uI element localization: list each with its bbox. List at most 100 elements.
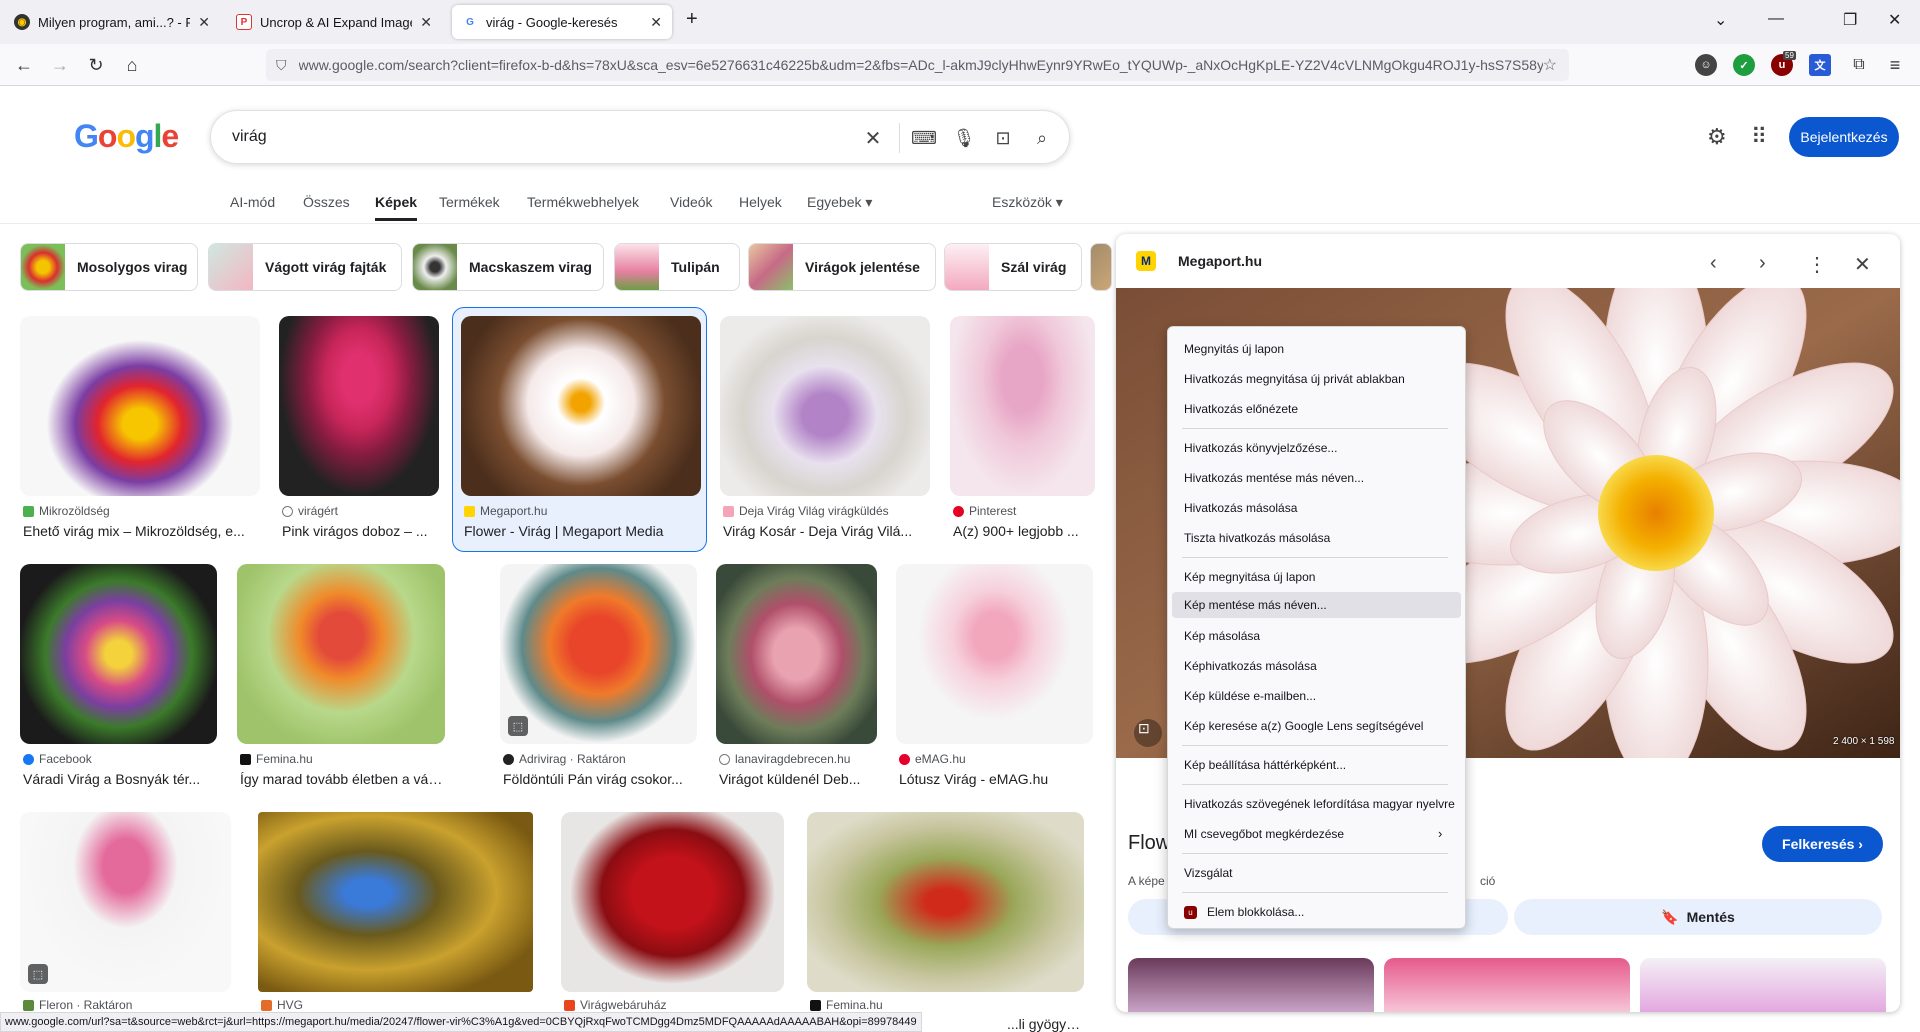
chip-thumbnail — [615, 244, 659, 290]
close-tab-icon[interactable]: ✕ — [420, 14, 432, 31]
close-tab-icon[interactable]: ✕ — [650, 14, 662, 31]
microphone-icon[interactable]: 🎙 — [951, 125, 977, 151]
menu-copy-image[interactable]: Kép másolása — [1172, 623, 1461, 649]
menu-open-image-new-tab[interactable]: Kép megnyitása új lapon — [1172, 564, 1461, 590]
bookmark-star-icon[interactable]: ☆ — [1543, 55, 1557, 75]
signin-button[interactable]: Bejelentkezés — [1789, 117, 1899, 157]
menu-open-new-tab[interactable]: Megnyitás új lapon — [1172, 336, 1461, 362]
menu-save-link-as[interactable]: Hivatkozás mentése más néven... — [1172, 465, 1461, 491]
result-image[interactable] — [461, 316, 701, 496]
chip-szal-virag[interactable]: Szál virág — [944, 243, 1082, 291]
result-image[interactable] — [807, 812, 1084, 992]
forward-icon[interactable]: → — [48, 53, 72, 77]
tab-proh[interactable]: ◉ Milyen program, ami...? - PROH ✕ — [4, 5, 220, 39]
tab-images[interactable]: Képek — [375, 194, 418, 221]
chip-mosolygos-virag[interactable]: Mosolygos virag — [20, 243, 198, 291]
search-input[interactable]: virág — [232, 128, 267, 146]
tab-uncrop[interactable]: P Uncrop & AI Expand Images | F ✕ — [226, 5, 442, 39]
tab-more[interactable]: Egyebek ▾ — [807, 194, 872, 211]
browser-tab-bar: ◉ Milyen program, ami...? - PROH ✕ P Unc… — [0, 0, 1920, 44]
close-window-icon[interactable]: ✕ — [1888, 10, 1901, 30]
menu-open-private-window[interactable]: Hivatkozás megnyitása új privát ablakban — [1172, 366, 1461, 392]
menu-ask-ai-chatbot[interactable]: MI csevegőbot megkérdezése › — [1172, 821, 1461, 847]
check-extension-icon[interactable]: ✓ — [1733, 54, 1755, 76]
prev-icon[interactable]: ‹ — [1710, 252, 1717, 275]
translate-icon[interactable]: 文 — [1809, 54, 1831, 76]
url-bar[interactable]: ⛉ www.google.com/search?client=firefox-b… — [266, 49, 1569, 81]
clear-icon[interactable]: ✕ — [860, 125, 886, 151]
tab-google-search[interactable]: G virág - Google-keresés ✕ — [452, 5, 672, 39]
tab-places[interactable]: Helyek — [739, 194, 782, 210]
tab-all[interactable]: Összes — [303, 194, 350, 210]
next-icon[interactable]: › — [1759, 252, 1766, 275]
menu-set-as-background[interactable]: Kép beállítása háttérképként... — [1172, 752, 1461, 778]
google-logo[interactable]: Google — [74, 118, 179, 155]
result-image[interactable] — [716, 564, 877, 744]
result-image[interactable] — [950, 316, 1095, 496]
browser-nav-bar: ← → ↻ ⌂ ⛉ www.google.com/search?client=f… — [0, 44, 1920, 86]
menu-link-preview[interactable]: Hivatkozás előnézete — [1172, 396, 1461, 422]
panel-site-name[interactable]: Megaport.hu — [1178, 253, 1262, 269]
apps-grid-icon[interactable]: ⠿ — [1751, 124, 1767, 150]
settings-gear-icon[interactable]: ⚙ — [1707, 124, 1727, 150]
lens-search-icon[interactable]: ⊡ — [1138, 720, 1150, 737]
panel-title[interactable]: Flow — [1128, 832, 1170, 855]
menu-copy-clean-link[interactable]: Tiszta hivatkozás másolása — [1172, 525, 1461, 551]
chip-tulipan[interactable]: Tulipán — [614, 243, 740, 291]
menu-bookmark-link[interactable]: Hivatkozás könyvjelzőzése... — [1172, 435, 1461, 461]
list-tabs-icon[interactable]: ⌄ — [1714, 10, 1727, 30]
result-image[interactable] — [20, 316, 260, 496]
close-panel-icon[interactable]: ✕ — [1854, 252, 1871, 277]
home-icon[interactable]: ⌂ — [120, 53, 144, 77]
close-tab-icon[interactable]: ✕ — [198, 14, 210, 31]
menu-block-element[interactable]: u Elem blokkolása... — [1172, 899, 1461, 925]
related-image[interactable] — [1384, 958, 1630, 1012]
result-image[interactable] — [500, 564, 697, 744]
chip-thumbnail — [749, 244, 793, 290]
search-box[interactable]: virág ✕ ⌨ 🎙 ⊡ ⌕ — [210, 110, 1070, 164]
extensions-icon[interactable]: ⧉ — [1847, 53, 1871, 77]
tools-dropdown[interactable]: Eszközök ▾ — [992, 194, 1063, 211]
back-icon[interactable]: ← — [12, 53, 36, 77]
menu-translate-link-text[interactable]: Hivatkozás szövegének lefordítása magyar… — [1172, 791, 1461, 817]
lens-icon[interactable]: ⊡ — [990, 125, 1016, 151]
chip-viragok-jelentese[interactable]: Virágok jelentése — [748, 243, 936, 291]
chip-more[interactable] — [1090, 243, 1112, 291]
menu-save-image-as[interactable]: Kép mentése más néven... — [1172, 592, 1461, 618]
account-icon[interactable]: ☺ — [1695, 54, 1717, 76]
chip-macskaszem-virag[interactable]: Macskaszem virag — [412, 243, 604, 291]
keyboard-icon[interactable]: ⌨ — [911, 125, 937, 151]
menu-inspect[interactable]: Vizsgálat — [1172, 860, 1461, 886]
menu-search-google-lens[interactable]: Kép keresése a(z) Google Lens segítségév… — [1172, 713, 1461, 739]
chip-vagott-virag[interactable]: Vágott virág fajták — [208, 243, 402, 291]
related-image[interactable] — [1128, 958, 1374, 1012]
result-image[interactable] — [279, 316, 439, 496]
result-image[interactable] — [237, 564, 445, 744]
submenu-arrow-icon: › — [1438, 826, 1443, 841]
save-button[interactable]: 🔖 Mentés — [1514, 899, 1882, 935]
related-image[interactable] — [1640, 958, 1886, 1012]
search-icon[interactable]: ⌕ — [1029, 125, 1055, 151]
result-image[interactable] — [20, 564, 217, 744]
minimize-icon[interactable]: — — [1768, 10, 1784, 28]
new-tab-icon[interactable]: + — [686, 8, 698, 31]
tab-products[interactable]: Termékek — [439, 194, 500, 210]
menu-copy-link[interactable]: Hivatkozás másolása — [1172, 495, 1461, 521]
menu-separator — [1182, 892, 1448, 893]
result-image[interactable] — [720, 316, 930, 496]
reload-icon[interactable]: ↻ — [84, 53, 108, 77]
result-image[interactable] — [20, 812, 231, 992]
visit-button[interactable]: Felkeresés › — [1762, 826, 1883, 862]
tab-videos[interactable]: Videók — [670, 194, 713, 210]
menu-icon[interactable]: ≡ — [1883, 53, 1907, 77]
menu-email-image[interactable]: Kép küldése e-mailben... — [1172, 683, 1461, 709]
product-tag-icon: ⬚ — [28, 964, 48, 984]
result-image[interactable] — [258, 812, 533, 992]
restore-icon[interactable]: ❐ — [1843, 10, 1857, 30]
menu-copy-image-link[interactable]: Képhivatkozás másolása — [1172, 653, 1461, 679]
result-image[interactable] — [561, 812, 784, 992]
more-options-icon[interactable]: ⋮ — [1807, 252, 1827, 277]
tab-ai-mode[interactable]: AI-mód — [230, 194, 275, 210]
result-image[interactable] — [896, 564, 1093, 744]
tab-product-sites[interactable]: Termékwebhelyek — [527, 194, 639, 210]
